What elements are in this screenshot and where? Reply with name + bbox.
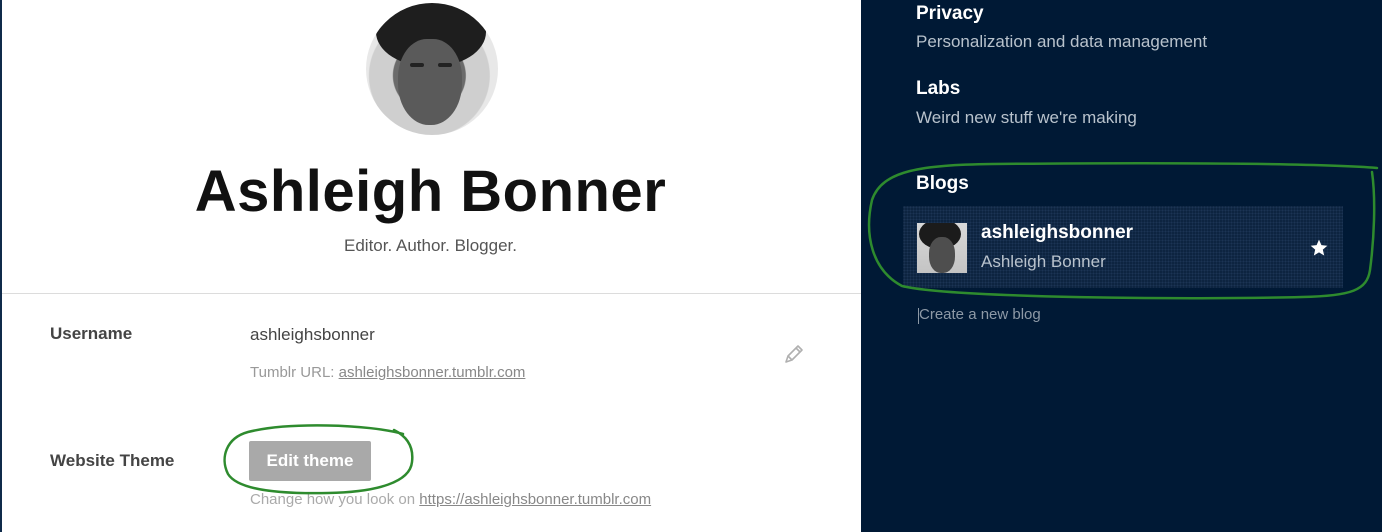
profile-name: Ashleigh Bonner [194,159,667,224]
blog-avatar [917,223,967,273]
window-edge [0,0,2,532]
sidebar-item-privacy-subtitle: Personalization and data management [916,32,1208,51]
create-new-blog-link[interactable]: Create a new blog [918,306,1041,324]
blog-url-link[interactable]: https://ashleighsbonner.tumblr.com [419,491,651,508]
blogs-heading: Blogs [916,173,969,194]
profile-bio: Editor. Author. Blogger. [344,236,517,255]
settings-sidebar: Privacy Personalization and data managem… [861,0,1382,532]
theme-help-text: Change how you look on https://ashleighs… [250,491,651,508]
blog-list-item[interactable]: ashleighsbonner Ashleigh Bonner [903,206,1343,288]
blog-name: ashleighsbonner [981,222,1134,243]
sidebar-item-labs[interactable]: Labs [916,78,960,100]
website-theme-label: Website Theme [50,451,175,470]
pencil-icon[interactable] [782,342,806,366]
tumblr-url-line: Tumblr URL: ashleighsbonner.tumblr.com [250,364,525,381]
username-label: Username [50,324,133,343]
theme-help-prefix: Change how you look on [250,491,420,508]
edit-theme-button[interactable]: Edit theme [249,441,371,481]
sidebar-item-privacy[interactable]: Privacy [916,3,984,25]
sidebar-item-labs-subtitle: Weird new stuff we're making [916,108,1137,127]
tumblr-url-prefix: Tumblr URL: [250,364,339,381]
settings-main-panel: Ashleigh Bonner Editor. Author. Blogger.… [0,0,861,532]
username-value: ashleighsbonner [250,325,375,344]
blog-title: Ashleigh Bonner [981,252,1106,271]
profile-avatar[interactable] [366,3,498,135]
star-icon[interactable] [1309,238,1329,258]
section-divider [2,293,861,294]
tumblr-url-link[interactable]: ashleighsbonner.tumblr.com [339,364,526,381]
